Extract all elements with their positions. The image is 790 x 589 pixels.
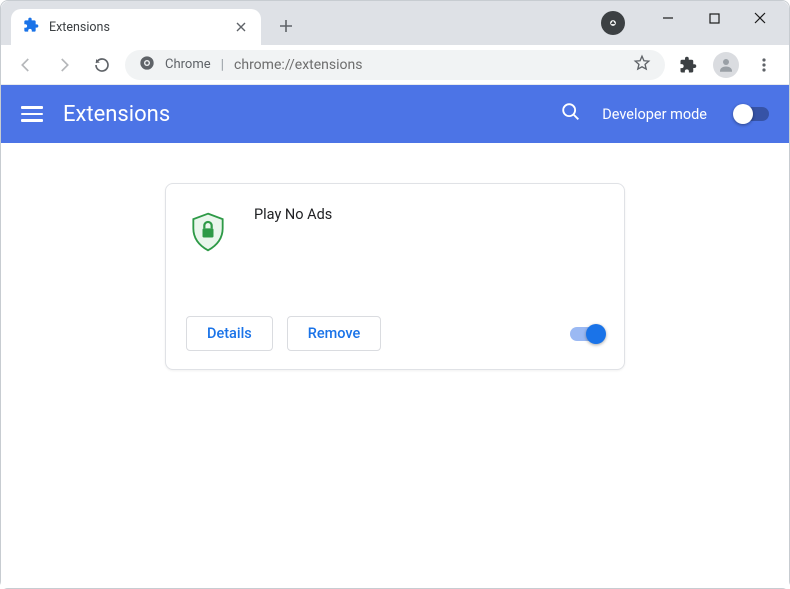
url-divider: | xyxy=(221,57,224,73)
extensions-grid: Play No Ads Details Remove xyxy=(1,143,789,410)
extension-puzzle-icon xyxy=(23,17,39,37)
new-tab-button[interactable] xyxy=(271,11,301,41)
extension-enable-toggle[interactable] xyxy=(570,327,604,341)
chrome-logo-icon xyxy=(139,55,155,75)
profile-avatar[interactable] xyxy=(711,50,741,80)
extensions-header: Extensions Developer mode xyxy=(1,85,789,143)
browser-window: Extensions xyxy=(0,0,790,589)
extension-name: Play No Ads xyxy=(254,206,332,302)
tab-title: Extensions xyxy=(49,20,223,35)
url-text: chrome://extensions xyxy=(234,57,362,73)
url-scheme-label: Chrome xyxy=(165,57,211,72)
address-bar: Chrome | chrome://extensions xyxy=(1,45,789,85)
browser-tab[interactable]: Extensions xyxy=(11,9,261,45)
minimize-button[interactable] xyxy=(645,1,691,35)
bookmark-star-icon[interactable] xyxy=(633,54,651,76)
window-controls xyxy=(645,1,783,35)
extension-shield-icon xyxy=(186,210,230,254)
forward-button[interactable] xyxy=(49,50,79,80)
details-button[interactable]: Details xyxy=(186,316,273,351)
search-icon[interactable] xyxy=(560,101,582,127)
maximize-button[interactable] xyxy=(691,1,737,35)
hamburger-menu-icon[interactable] xyxy=(21,102,43,126)
page-content: Extensions Developer mode xyxy=(1,85,789,588)
extension-card: Play No Ads Details Remove xyxy=(165,183,625,370)
omnibox[interactable]: Chrome | chrome://extensions xyxy=(125,50,665,80)
reload-button[interactable] xyxy=(87,50,117,80)
kebab-menu-icon[interactable] xyxy=(749,50,779,80)
tab-strip: Extensions xyxy=(1,1,789,45)
extensions-puzzle-icon[interactable] xyxy=(673,50,703,80)
back-button[interactable] xyxy=(11,50,41,80)
close-window-button[interactable] xyxy=(737,1,783,35)
page-title: Extensions xyxy=(63,102,540,127)
developer-mode-toggle[interactable] xyxy=(735,107,769,121)
close-tab-button[interactable] xyxy=(233,19,249,35)
remove-button[interactable]: Remove xyxy=(287,316,382,351)
incognito-indicator-icon[interactable] xyxy=(601,11,625,35)
developer-mode-label: Developer mode xyxy=(602,106,707,123)
